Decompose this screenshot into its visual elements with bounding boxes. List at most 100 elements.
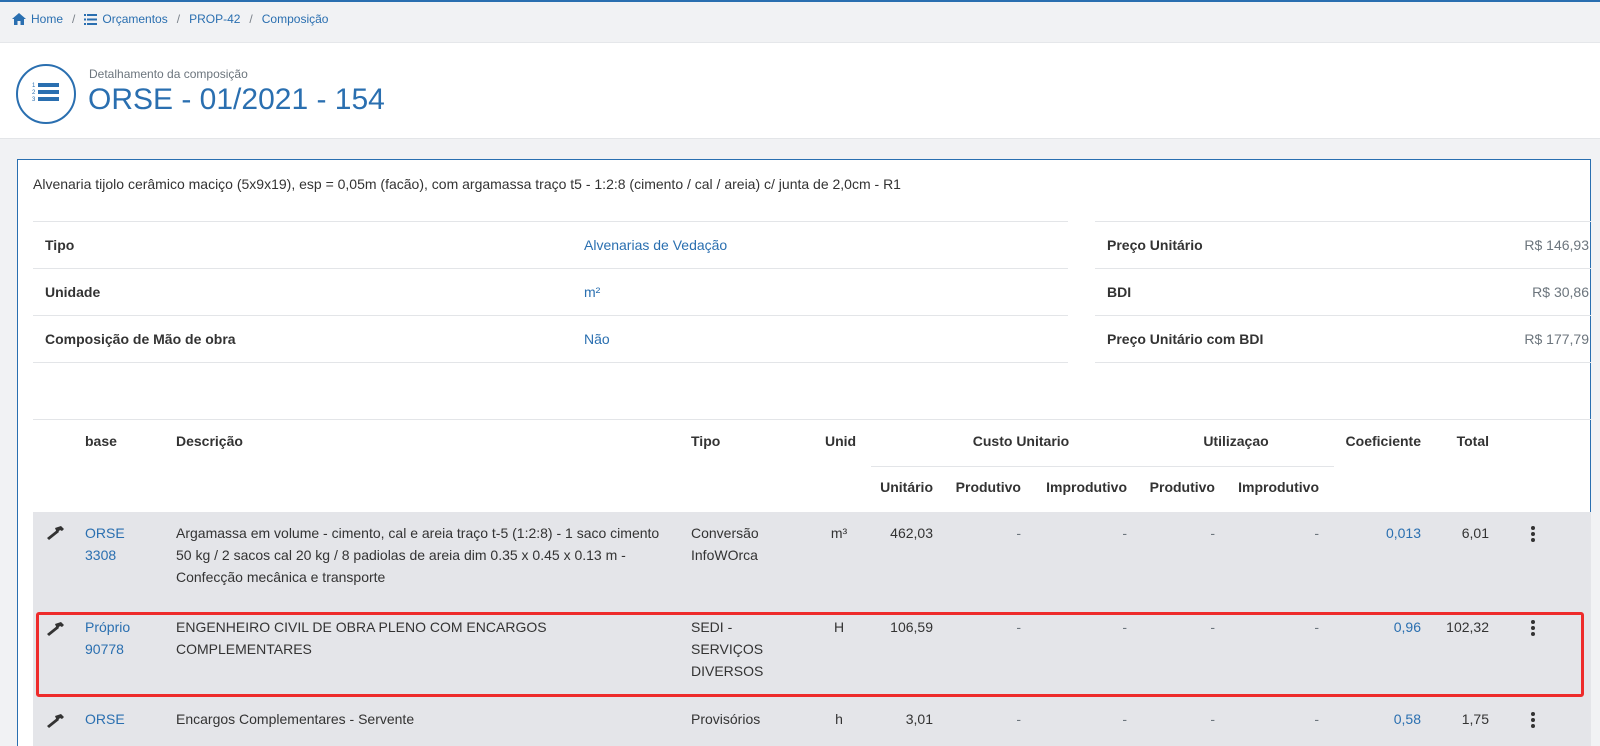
info-label: Unidade [45,284,101,300]
row-util-improdutivo: - [1314,711,1319,727]
row-improdutivo: - [1122,619,1127,635]
breadcrumb: Home / Orçamentos / PROP-42 / Composição [12,12,328,26]
row-tipo: Conversão InfoWOrca [691,525,759,563]
row-unid: H [833,619,845,635]
row-tipo: SEDI - SERVIÇOS DIVERSOS [691,619,764,679]
hammer-icon [47,526,64,540]
row-total: 6,01 [1461,525,1489,541]
composition-card: Alvenaria tijolo cerâmico maciço (5x9x19… [17,159,1591,746]
info-label: Composição de Mão de obra [45,331,236,347]
info-row-unidade: Unidade m² [33,269,1068,316]
breadcrumb-separator: / [176,12,181,26]
row-unid: h [835,711,843,727]
info-value[interactable]: Alvenarias de Vedação [584,237,727,253]
breadcrumb-separator: / [249,12,253,26]
row-improdutivo: - [1122,711,1127,727]
top-accent-line [0,0,1600,2]
hammer-icon [47,714,64,728]
row-produtivo: - [1016,525,1021,541]
row-unitario: 106,59 [890,619,933,635]
info-row-tipo: Tipo Alvenarias de Vedação [33,222,1068,269]
header-custo-unitario: Custo Unitario [972,433,1070,449]
row-util-improdutivo: - [1314,619,1319,635]
row-descricao: Argamassa em volume - cimento, cal e are… [176,525,660,585]
breadcrumb-orcamentos[interactable]: Orçamentos [84,12,168,26]
header-unid: Unid [825,433,857,449]
table-header: base Descrição Tipo Unid Custo Unitario … [33,420,1591,512]
row-base-name: Próprio [85,619,131,635]
hammer-icon [47,622,64,636]
header-util-produtivo: Produtivo [1149,479,1215,495]
row-total: 1,75 [1461,711,1489,727]
table-row: ORSE 3308 Argamassa em volume - cimento,… [33,512,1591,602]
header-group-line [871,466,1334,467]
row-coeficiente[interactable]: 0,96 [1323,616,1421,638]
table-row: ORSE Encargos Complementares - Servente … [33,692,1591,746]
svg-text:1: 1 [32,83,36,89]
row-util-produtivo: - [1210,711,1215,727]
breadcrumb-prop[interactable]: PROP-42 [189,12,240,26]
info-value: Não [584,331,610,347]
composition-description: Alvenaria tijolo cerâmico maciço (5x9x19… [33,176,901,192]
header-descricao: Descrição [176,433,243,449]
kebab-menu-icon[interactable] [1528,524,1538,544]
row-coeficiente[interactable]: 0,013 [1323,522,1421,544]
numbered-list-icon: 1 2 3 [16,64,76,124]
row-total: 102,32 [1446,619,1489,635]
info-label: BDI [1107,284,1132,300]
row-base-name: ORSE [85,525,125,541]
page-subtitle: Detalhamento da composição [89,67,248,81]
row-unitario: 462,03 [890,525,933,541]
info-row-preco-unitario: Preço Unitário R$ 146,93 [1095,222,1591,269]
info-value: m² [584,284,601,300]
kebab-menu-icon[interactable] [1528,618,1538,638]
svg-text:3: 3 [32,97,36,103]
info-row-mao-de-obra: Composição de Mão de obra Não [33,316,1068,363]
breadcrumb-composicao[interactable]: Composição [262,12,329,26]
row-produtivo: - [1016,619,1021,635]
svg-text:2: 2 [32,90,36,96]
info-row-preco-com-bdi: Preço Unitário com BDI R$ 177,79 [1095,316,1591,363]
row-util-produtivo: - [1210,619,1215,635]
breadcrumb-home[interactable]: Home [12,12,63,26]
row-tipo: Provisórios [691,711,761,727]
header-produtivo: Produtivo [955,479,1021,495]
list-icon [84,13,98,25]
row-produtivo: - [1016,711,1021,727]
info-value: R$ 177,79 [1524,331,1589,347]
header-tipo: Tipo [691,433,721,449]
breadcrumb-orcamentos-label: Orçamentos [102,12,168,26]
info-value: R$ 30,86 [1532,284,1589,300]
info-label: Preço Unitário [1107,237,1203,253]
row-base-code: 3308 [85,547,117,563]
info-table-left: Tipo Alvenarias de Vedação Unidade m² Co… [33,221,1068,363]
row-coeficiente[interactable]: 0,58 [1323,708,1421,730]
row-improdutivo: - [1122,525,1127,541]
row-base-code: 90778 [85,641,124,657]
row-base[interactable]: ORSE [85,708,165,730]
home-icon [12,13,26,25]
row-descricao: ENGENHEIRO CIVIL DE OBRA PLENO COM ENCAR… [176,619,547,657]
header-total: Total [1456,433,1489,449]
row-unitario: 3,01 [905,711,933,727]
row-unid: m³ [830,525,848,541]
header-utilizacao: Utilizaçao [1203,433,1269,449]
header-improdutivo: Improdutivo [1046,479,1127,495]
row-util-improdutivo: - [1314,525,1319,541]
header-util-improdutivo: Improdutivo [1238,479,1319,495]
page-title: ORSE - 01/2021 - 154 [88,83,385,116]
row-util-produtivo: - [1210,525,1215,541]
breadcrumb-home-label: Home [31,12,64,26]
row-base[interactable]: ORSE 3308 [85,522,165,566]
header-unitario: Unitário [880,479,933,495]
header-coeficiente: Coeficiente [1345,433,1421,449]
page-header: 1 2 3 Detalhamento da composição ORSE - … [0,42,1600,139]
header-base: base [85,433,117,449]
breadcrumb-separator: / [72,12,76,26]
info-value: R$ 146,93 [1524,237,1589,253]
table-row: Próprio 90778 ENGENHEIRO CIVIL DE OBRA P… [33,602,1591,692]
info-label: Tipo [45,237,75,253]
row-base[interactable]: Próprio 90778 [85,616,165,660]
row-descricao: Encargos Complementares - Servente [176,711,415,727]
kebab-menu-icon[interactable] [1528,710,1538,730]
